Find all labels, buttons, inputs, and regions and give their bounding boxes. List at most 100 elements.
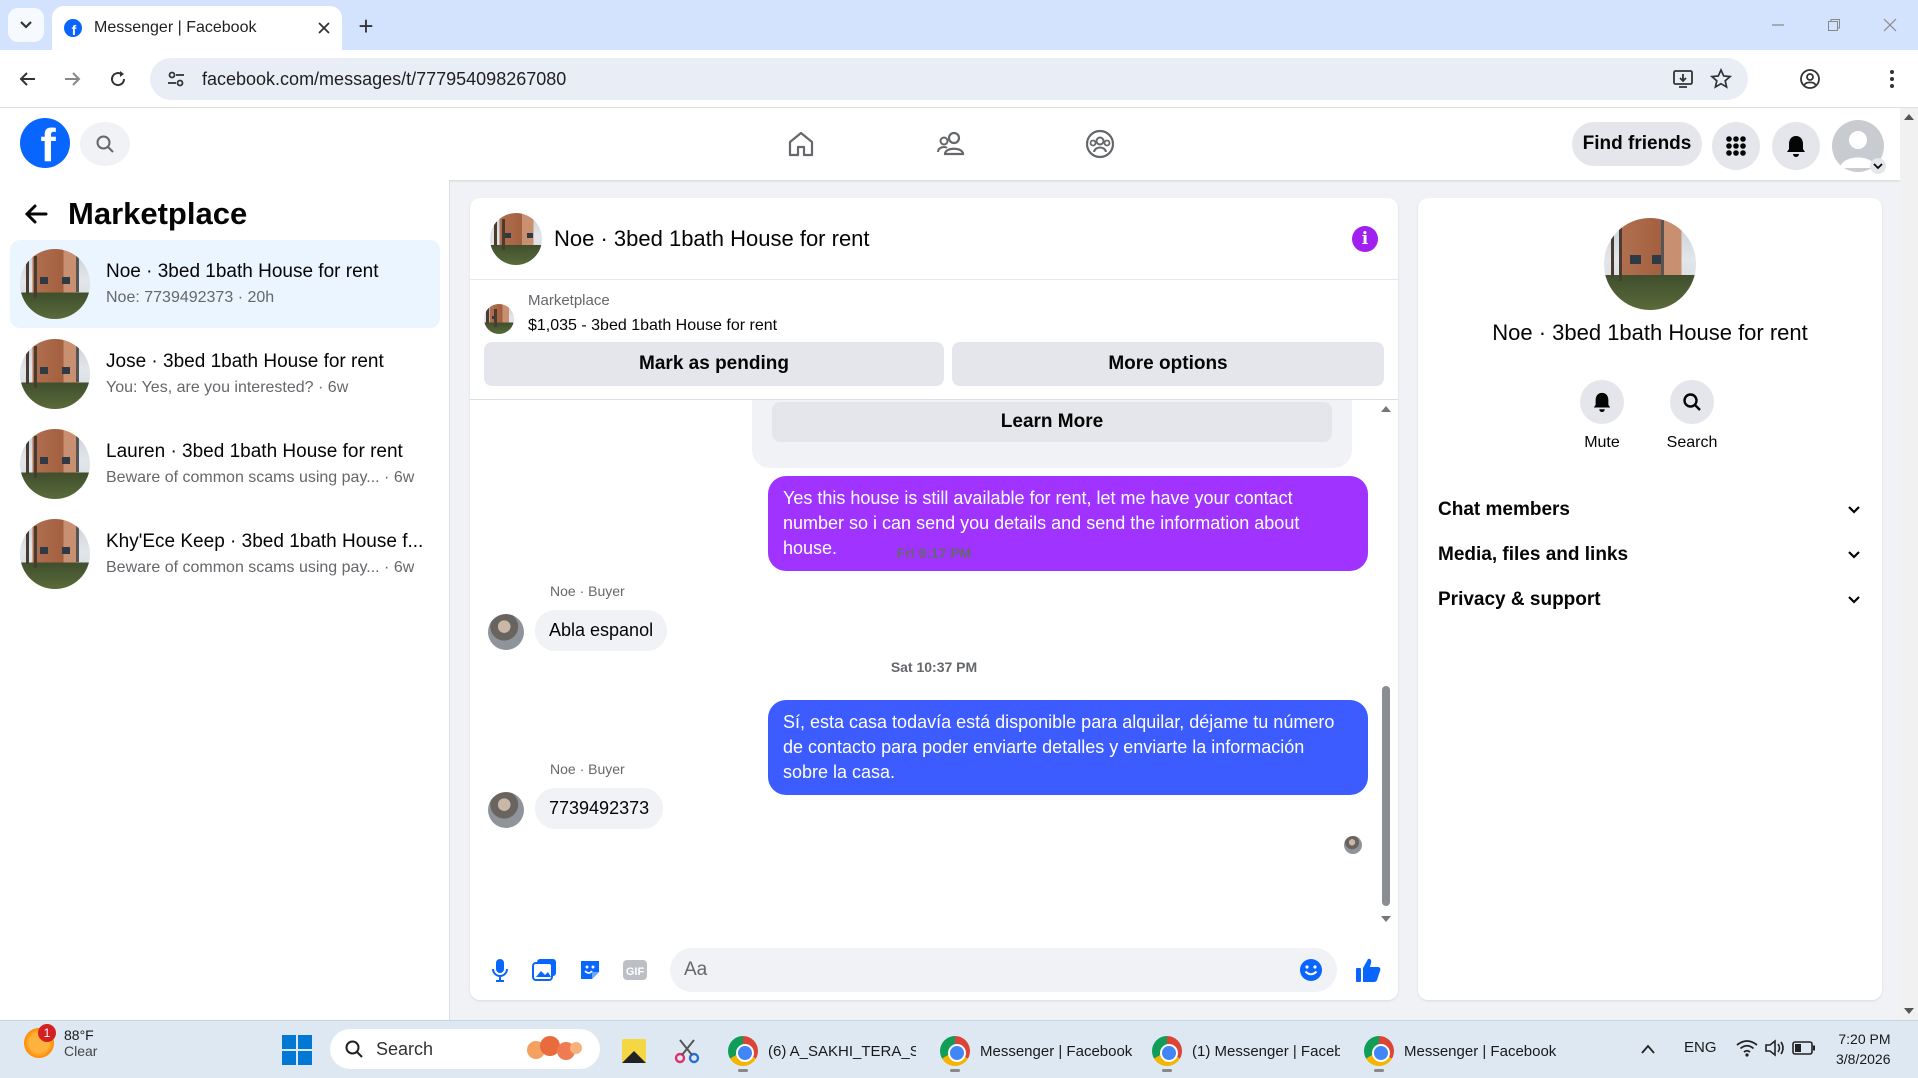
learn-more-button[interactable]: Learn More [772, 402, 1332, 442]
search-icon [345, 1040, 363, 1058]
weather-temp: 88°F [64, 1027, 94, 1043]
sender-avatar[interactable] [488, 792, 524, 828]
minimize-button[interactable] [1758, 10, 1798, 40]
chevron-down-icon[interactable] [1870, 158, 1886, 174]
volume-icon[interactable] [1764, 1039, 1786, 1057]
windows-taskbar: 1 88°F Clear Search (6) A_SAKHI_TERA_SEI… [0, 1020, 1918, 1078]
info-avatar[interactable] [1604, 218, 1696, 310]
scroll-up-icon[interactable] [1380, 404, 1392, 414]
install-app-icon[interactable] [1672, 68, 1694, 90]
restore-button[interactable] [1814, 10, 1854, 40]
chevron-up-icon[interactable] [1640, 1043, 1656, 1055]
reload-button[interactable] [100, 61, 136, 97]
weather-widget[interactable]: 1 88°F Clear [24, 1024, 97, 1059]
search-icon [1683, 393, 1701, 411]
start-button[interactable] [282, 1035, 312, 1065]
taskbar-app-label: (1) Messenger | Faceb [1192, 1042, 1340, 1060]
scroll-up-icon[interactable] [1903, 112, 1915, 122]
battery-icon[interactable] [1792, 1041, 1816, 1055]
message-input-placeholder: Aa [684, 959, 708, 980]
sticker-icon [581, 961, 599, 979]
mark-pending-button[interactable]: Mark as pending [484, 342, 944, 386]
browser-toolbar: facebook.com/messages/t/777954098267080 [0, 50, 1918, 108]
new-tab-button[interactable]: + [352, 11, 380, 41]
facebook-logo[interactable]: f [20, 118, 70, 168]
section-label: Privacy & support [1438, 589, 1601, 610]
facebook-search-button[interactable] [80, 122, 130, 166]
sticker-button[interactable] [576, 956, 604, 984]
back-arrow-icon[interactable] [24, 203, 48, 225]
bookmark-star-icon[interactable] [1710, 68, 1732, 90]
message-input[interactable]: Aa [670, 948, 1337, 992]
address-bar[interactable]: facebook.com/messages/t/777954098267080 [150, 58, 1748, 100]
section-privacy-support[interactable]: Privacy & support [1438, 580, 1862, 620]
taskbar-app-chrome-2[interactable]: Messenger | Facebook [940, 1031, 1132, 1072]
voice-clip-button[interactable] [486, 956, 514, 984]
forward-button[interactable] [54, 61, 90, 97]
nav-home[interactable] [779, 122, 823, 166]
taskbar-app-chrome-4[interactable]: Messenger | Facebook [1364, 1031, 1556, 1072]
conversation-list-panel: Marketplace Noe · 3bed 1bath House for r… [0, 180, 450, 1020]
message-composer: GIF Aa [470, 940, 1398, 1000]
bell-icon [1593, 392, 1611, 412]
more-options-button[interactable]: More options [952, 342, 1384, 386]
tab-search-button[interactable] [8, 8, 44, 42]
taskbar-search[interactable]: Search [330, 1029, 600, 1069]
info-icon[interactable]: i [1352, 225, 1378, 252]
thumbs-up-icon [1356, 958, 1381, 982]
scroll-down-icon[interactable] [1903, 1006, 1915, 1016]
find-friends-button[interactable]: Find friends [1572, 122, 1702, 166]
conversation-item[interactable]: Jose · 3bed 1bath House for rent You: Ye… [10, 330, 440, 418]
taskbar-app-snipping[interactable] [672, 1031, 702, 1071]
arrow-right-icon [65, 72, 81, 86]
section-media-files-links[interactable]: Media, files and links [1438, 535, 1862, 575]
conversation-item[interactable]: Lauren · 3bed 1bath House for rent Bewar… [10, 420, 440, 508]
language-indicator[interactable]: ENG [1684, 1039, 1717, 1056]
taskbar-app-chrome-1[interactable]: (6) A_SAKHI_TERA_SEI [728, 1031, 916, 1072]
back-button[interactable] [10, 61, 46, 97]
bell-icon [1787, 136, 1805, 157]
sender-avatar[interactable] [488, 614, 524, 650]
browser-menu-button[interactable] [1874, 61, 1910, 97]
taskbar-app-label: (6) A_SAKHI_TERA_SEI [768, 1042, 916, 1060]
emoji-icon[interactable] [1299, 958, 1323, 982]
listing-thumbnail [20, 429, 90, 499]
chat-scrollbar-thumb[interactable] [1382, 686, 1390, 906]
close-window-button[interactable] [1870, 10, 1910, 40]
conversation-snippet: You: Yes, are you interested? [106, 379, 314, 396]
notifications-button[interactable] [1772, 122, 1820, 170]
conversation-item[interactable]: Khy'Ece Keep · 3bed 1bath House f... Bew… [10, 510, 440, 598]
like-send-button[interactable] [1354, 956, 1382, 984]
section-chat-members[interactable]: Chat members [1438, 490, 1862, 530]
wifi-icon[interactable] [1736, 1039, 1758, 1057]
mute-action[interactable]: Mute [1562, 380, 1642, 452]
url-text: facebook.com/messages/t/777954098267080 [202, 68, 567, 89]
close-icon [1883, 18, 1897, 32]
nav-friends[interactable] [929, 122, 973, 166]
taskbar-app-notes[interactable] [620, 1031, 648, 1071]
chat-title[interactable]: Noe · 3bed 1bath House for rent [554, 226, 1340, 252]
conversation-info-panel: Noe · 3bed 1bath House for rent Mute Sea… [1418, 198, 1882, 1000]
close-icon[interactable] [318, 22, 330, 34]
search-action[interactable]: Search [1652, 380, 1732, 452]
system-clock[interactable]: 7:20 PM 3/8/2026 [1836, 1029, 1891, 1069]
attach-photo-button[interactable] [531, 956, 559, 984]
site-settings-icon[interactable] [166, 69, 186, 89]
groups-icon [1085, 129, 1115, 159]
listing-label: Marketplace [528, 292, 610, 309]
conversation-item[interactable]: Noe · 3bed 1bath House for rent Noe: 773… [10, 240, 440, 328]
nav-groups[interactable] [1078, 122, 1122, 166]
listing-price-title: $1,035 - 3bed 1bath House for rent [528, 317, 778, 334]
browser-tab-active[interactable]: f Messenger | Facebook [52, 6, 342, 50]
page-scrollbar[interactable] [1900, 108, 1918, 1020]
taskbar-app-chrome-3[interactable]: (1) Messenger | Faceb [1152, 1031, 1340, 1072]
profile-button[interactable] [1792, 61, 1828, 97]
chat-avatar[interactable] [490, 212, 542, 265]
scroll-down-icon[interactable] [1380, 914, 1392, 924]
menu-button[interactable] [1712, 122, 1760, 170]
chrome-icon [728, 1036, 758, 1072]
listing-banner[interactable]: Marketplace $1,035 - 3bed 1bath House fo… [484, 292, 777, 335]
gif-button[interactable]: GIF [621, 956, 649, 984]
message-sender: Noe · Buyer [550, 583, 625, 599]
arrow-left-icon [19, 72, 35, 86]
